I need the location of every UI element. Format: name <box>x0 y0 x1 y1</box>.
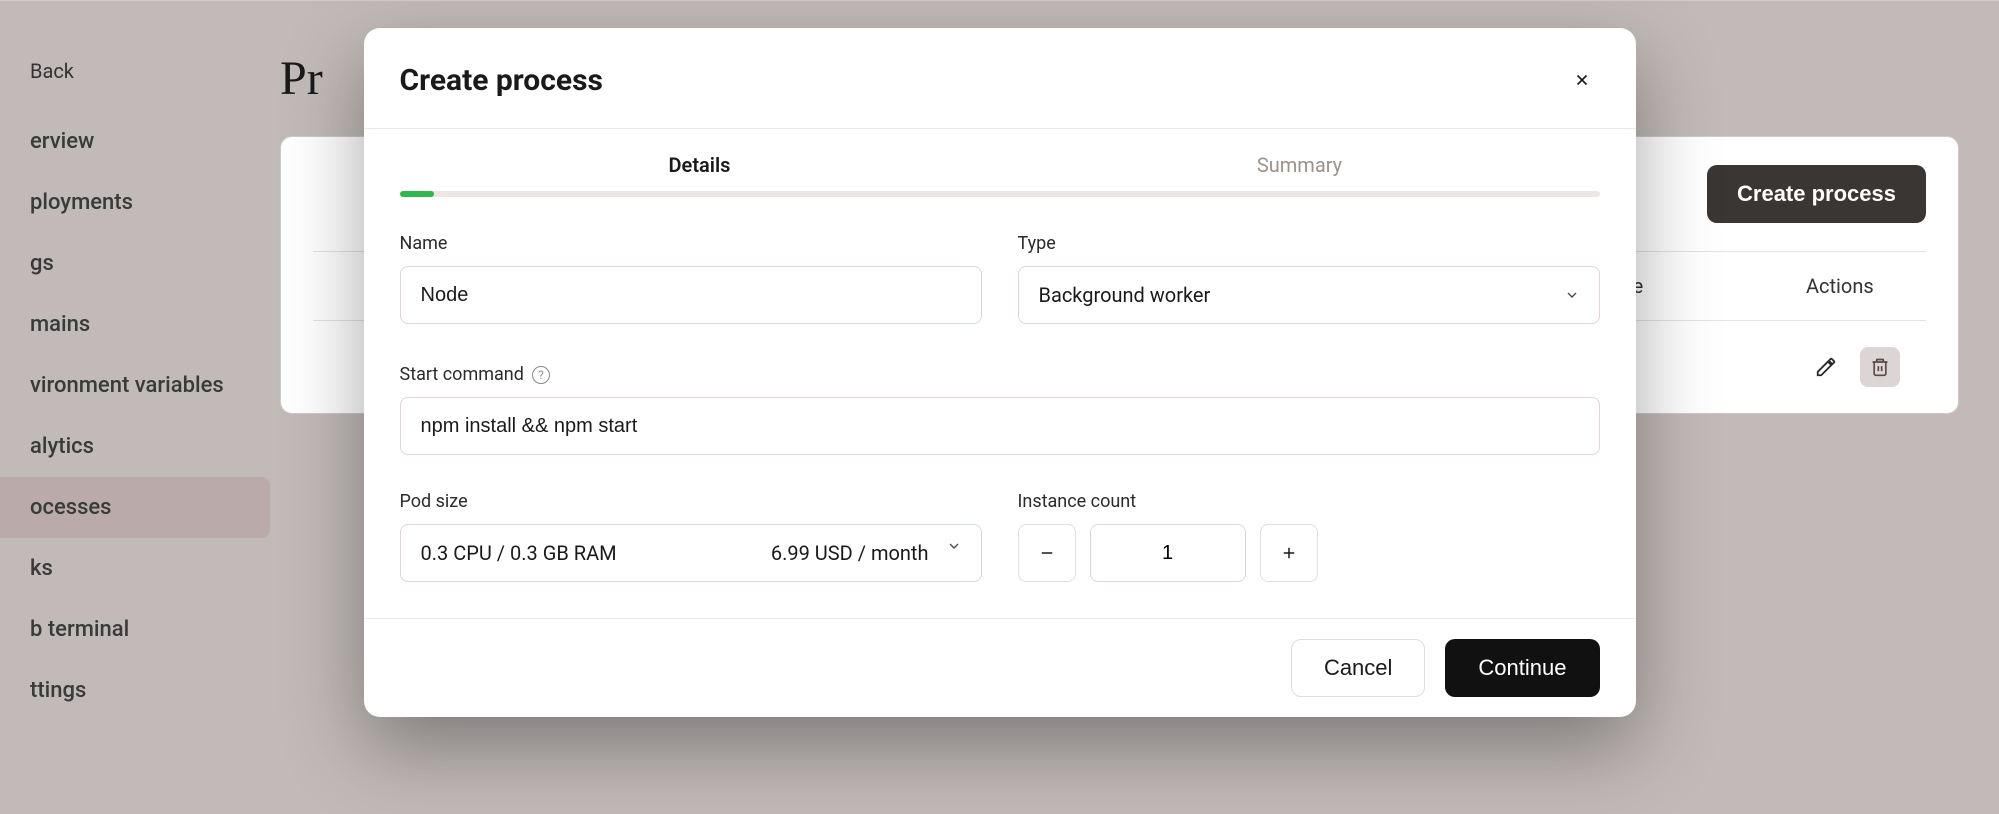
pod-size-spec: 0.3 CPU / 0.3 GB RAM <box>421 541 617 565</box>
progress-bar <box>400 191 1600 197</box>
instance-count-input[interactable] <box>1090 524 1246 582</box>
type-value: Background worker <box>1039 283 1211 307</box>
plus-icon <box>1280 544 1298 562</box>
help-icon[interactable]: ? <box>532 366 550 384</box>
tab-details[interactable]: Details <box>400 153 1000 191</box>
modal-overlay: Create process Details Summary Name <box>0 0 1999 814</box>
continue-button[interactable]: Continue <box>1445 639 1599 697</box>
pod-size-select[interactable]: 0.3 CPU / 0.3 GB RAM 6.99 USD / month <box>400 524 982 582</box>
close-button[interactable] <box>1564 62 1600 98</box>
pod-size-label: Pod size <box>400 491 982 512</box>
minus-icon <box>1038 544 1056 562</box>
pod-size-price: 6.99 USD / month <box>771 541 929 565</box>
type-label: Type <box>1018 233 1600 254</box>
modal-title: Create process <box>400 63 603 98</box>
progress-fill <box>400 191 434 197</box>
decrement-button[interactable] <box>1018 524 1076 582</box>
name-input[interactable] <box>400 266 982 324</box>
name-label: Name <box>400 233 982 254</box>
close-icon <box>1573 71 1591 89</box>
modal-tabs: Details Summary <box>400 153 1600 191</box>
tab-summary[interactable]: Summary <box>1000 153 1600 191</box>
create-process-modal: Create process Details Summary Name <box>364 28 1636 717</box>
instance-count-label: Instance count <box>1018 491 1600 512</box>
start-command-label: Start command ? <box>400 364 1600 385</box>
increment-button[interactable] <box>1260 524 1318 582</box>
type-select[interactable]: Background worker <box>1018 266 1600 324</box>
start-command-input[interactable] <box>400 397 1600 455</box>
cancel-button[interactable]: Cancel <box>1291 639 1425 697</box>
